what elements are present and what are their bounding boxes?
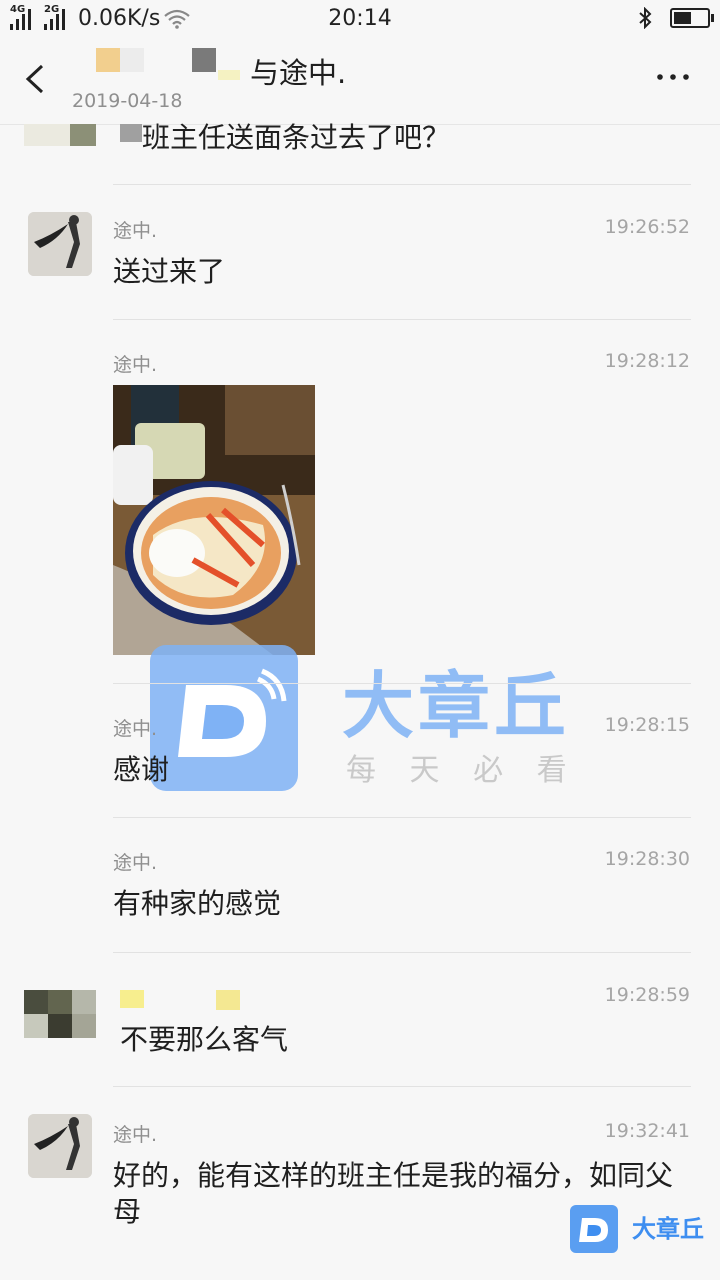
avatar-image [28,1114,92,1178]
chat-title: 与途中. [250,56,347,90]
message-divider [113,1086,691,1087]
message-divider [113,683,691,684]
message-divider [113,817,691,818]
message-divider [113,319,691,320]
message-time: 19:28:12 [604,350,690,372]
message-time: 19:32:41 [604,1120,690,1142]
message-time: 19:26:52 [604,216,690,238]
more-icon[interactable] [656,70,690,84]
watermark-small: 大章丘 [570,1205,715,1255]
watermark-brand: 大章丘 [342,664,571,748]
blurred-name-patch [96,48,120,72]
status-right [638,7,714,29]
blurred-name-patch [218,70,240,80]
message-time: 19:28:59 [604,984,690,1006]
avatar-blurred[interactable] [24,124,70,146]
back-icon[interactable] [22,64,48,94]
message-text: 班主任送面条过去了吧？ [142,121,451,154]
message-text: 不要那么客气 [120,1023,289,1056]
chat-header: 与途中. 2019-04-18 [0,38,720,125]
avatar-blurred[interactable] [24,990,96,1038]
avatar-blurred[interactable] [70,124,96,146]
blurred-name-patch [120,124,142,142]
clock: 20:14 [328,6,392,31]
message-divider [113,952,691,953]
message-divider [113,184,691,185]
message-text: 送过来了 [113,255,226,288]
message-time: 19:28:15 [604,714,690,736]
avatar[interactable] [28,1114,92,1178]
sender-name: 途中. [113,220,158,242]
status-bar: 4G 2G 0.06K/s 20:14 [0,0,720,38]
sender-name: 途中. [113,718,158,740]
mosaic-avatar [24,990,96,1038]
noodle-image [113,385,315,655]
message-text: 感谢 [113,753,170,786]
watermark-small-brand: 大章丘 [632,1215,704,1243]
chat-date: 2019-04-18 [72,90,183,112]
sender-name: 途中. [113,354,158,376]
battery-level [674,12,691,24]
blurred-name-patch [120,48,144,72]
bluetooth-icon [639,7,652,29]
noodle-photo[interactable] [113,385,315,655]
blurred-name-patch [192,48,216,72]
message-time: 19:28:30 [604,848,690,870]
message-text: 有种家的感觉 [113,887,282,920]
sender-name: 途中. [113,1124,158,1146]
avatar[interactable] [28,212,92,276]
blurred-name-patch [216,990,240,1010]
battery-icon [670,8,714,28]
blurred-name-patch [120,990,144,1008]
avatar-image [28,212,92,276]
sender-name: 途中. [113,852,158,874]
watermark-small-logo-icon [570,1205,618,1253]
